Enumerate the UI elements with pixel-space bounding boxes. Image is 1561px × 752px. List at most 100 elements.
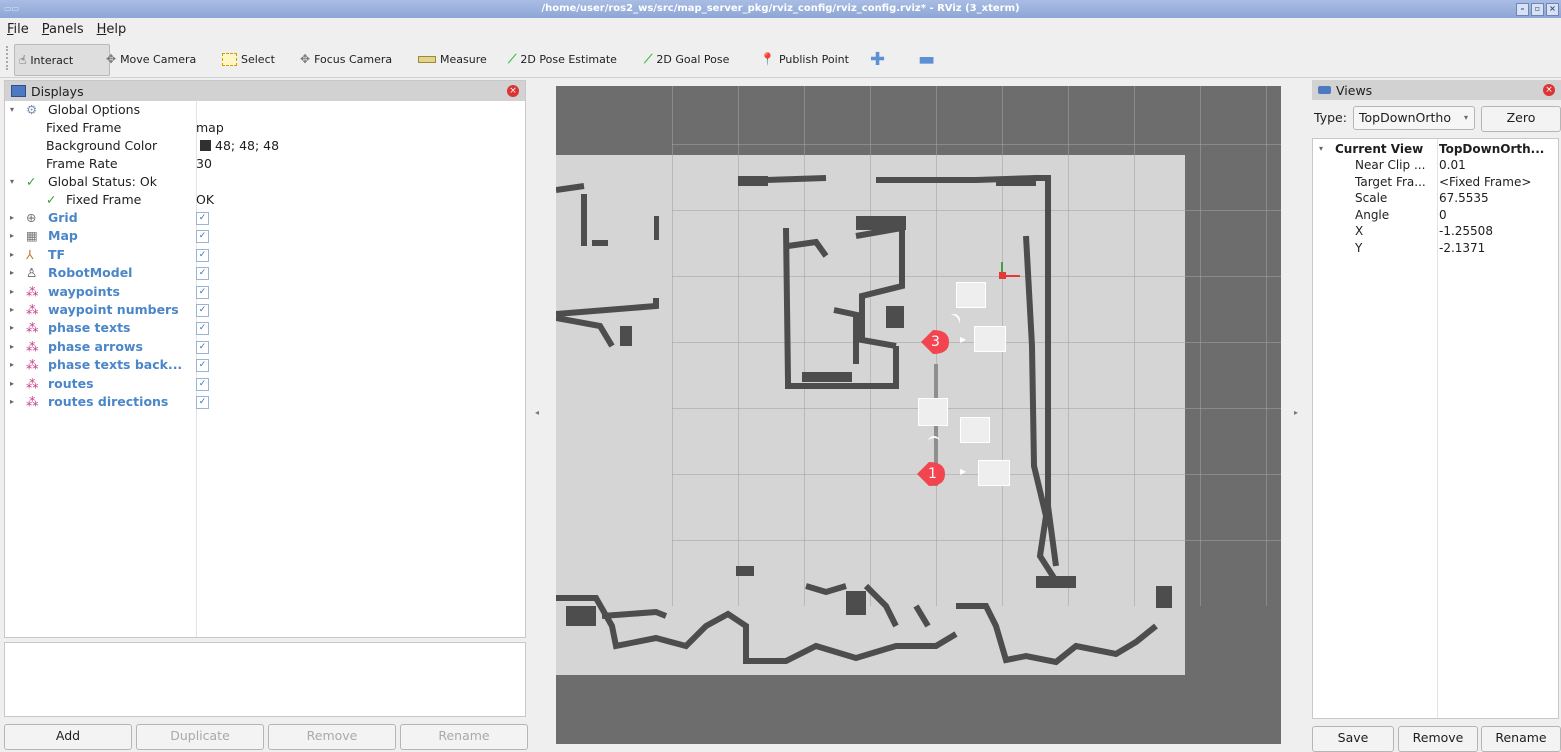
expand-arrow-icon[interactable]: ▾: [1319, 141, 1323, 157]
save-view-button[interactable]: Save: [1312, 726, 1394, 752]
tf-x-axis: [1006, 275, 1020, 277]
tree-row-display-item[interactable]: ▸ ⁂ phase arrows ✓: [4, 338, 524, 356]
enabled-checkbox[interactable]: ✓: [196, 322, 209, 336]
display-item-label: Map: [48, 228, 78, 244]
wall-segment: [833, 307, 863, 364]
expand-arrow-icon[interactable]: ▾: [10, 101, 14, 119]
collapsed-arrow-icon[interactable]: ▸: [10, 319, 14, 337]
collapsed-arrow-icon[interactable]: ▸: [10, 209, 14, 227]
remove-display-button[interactable]: Remove: [268, 724, 396, 750]
tool-select[interactable]: Select: [218, 44, 279, 74]
tree-row-display-item[interactable]: ▸ ▦ Map ✓: [4, 227, 524, 245]
tree-row-display-item[interactable]: ▸ ⁂ waypoints ✓: [4, 283, 524, 301]
tool-interact[interactable]: ☝ Interact: [14, 44, 110, 76]
expand-arrow-icon[interactable]: ▾: [10, 173, 14, 191]
wall-segment: [737, 175, 899, 389]
close-panel-icon[interactable]: ×: [1543, 84, 1555, 96]
waypoint-marker[interactable]: 1: [915, 458, 947, 490]
render-viewport[interactable]: 3 1 ▸ ▸: [556, 86, 1281, 744]
enabled-checkbox[interactable]: ✓: [196, 377, 209, 391]
waypoint-marker[interactable]: 3: [919, 326, 951, 358]
tree-row-display-item[interactable]: ▸ ⁂ phase texts ✓: [4, 319, 524, 337]
add-tool-button[interactable]: ✚: [866, 44, 889, 74]
tree-row-display-item[interactable]: ▸ ⁂ waypoint numbers ✓: [4, 301, 524, 319]
tree-row-display-item[interactable]: ▸ ⁂ routes ✓: [4, 375, 524, 393]
enabled-checkbox[interactable]: ✓: [196, 267, 209, 281]
tree-row-display-item[interactable]: ▸ ⅄ TF ✓: [4, 246, 524, 264]
tree-row-status-fixed-frame[interactable]: ✓ Fixed Frame OK: [4, 191, 524, 209]
property-value[interactable]: <Fixed Frame>: [1439, 174, 1531, 190]
close-panel-icon[interactable]: ×: [507, 85, 519, 97]
tree-row-global-status[interactable]: ▾ ✓ Global Status: Ok: [4, 173, 524, 191]
property-value[interactable]: 67.5535: [1439, 190, 1489, 206]
tree-row-display-item[interactable]: ▸ ⁂ routes directions ✓: [4, 393, 524, 411]
rename-display-button[interactable]: Rename: [400, 724, 528, 750]
tool-publish-point[interactable]: 📍 Publish Point: [756, 44, 853, 74]
fixed-frame-value[interactable]: map: [196, 119, 224, 137]
tree-label: Background Color: [46, 138, 158, 153]
close-icon[interactable]: ×: [1546, 3, 1559, 16]
add-display-button[interactable]: Add: [4, 724, 132, 750]
collapsed-arrow-icon[interactable]: ▸: [10, 375, 14, 393]
collapse-right-icon[interactable]: ▸: [1294, 408, 1298, 417]
tool-measure[interactable]: Measure: [414, 44, 491, 74]
enabled-checkbox[interactable]: ✓: [196, 359, 209, 373]
enabled-checkbox[interactable]: ✓: [196, 230, 209, 244]
view-property-row[interactable]: X -1.25508: [1313, 223, 1560, 239]
collapsed-arrow-icon[interactable]: ▸: [10, 227, 14, 245]
collapsed-arrow-icon[interactable]: ▸: [10, 264, 14, 282]
obstacle: [846, 591, 866, 615]
tree-row-background-color[interactable]: Background Color 48; 48; 48: [4, 137, 524, 155]
tree-row-fixed-frame[interactable]: Fixed Frame map: [4, 119, 524, 137]
enabled-checkbox[interactable]: ✓: [196, 396, 209, 409]
enabled-checkbox[interactable]: ✓: [196, 212, 209, 225]
background-color-value[interactable]: 48; 48; 48: [200, 137, 279, 155]
menu-help[interactable]: Help: [97, 22, 127, 37]
collapsed-arrow-icon[interactable]: ▸: [10, 301, 14, 319]
tool-2d-goal-pose[interactable]: ⟋ 2D Goal Pose: [640, 44, 733, 74]
display-item-label: waypoint numbers: [48, 302, 179, 317]
tool-move-camera[interactable]: ✥ Move Camera: [102, 44, 200, 74]
property-value[interactable]: -2.1371: [1439, 240, 1485, 256]
duplicate-display-button[interactable]: Duplicate: [136, 724, 264, 750]
tool-label: Select: [241, 52, 275, 66]
enabled-checkbox[interactable]: ✓: [196, 248, 209, 262]
collapsed-arrow-icon[interactable]: ▸: [10, 338, 14, 356]
tree-row-display-item[interactable]: ▸ ⁂ phase texts back... ✓: [4, 356, 524, 374]
collapsed-arrow-icon[interactable]: ▸: [10, 283, 14, 301]
collapsed-arrow-icon[interactable]: ▸: [10, 356, 14, 374]
menu-file[interactable]: File: [7, 22, 29, 37]
view-property-row[interactable]: Y -2.1371: [1313, 240, 1560, 256]
remove-view-button[interactable]: Remove: [1398, 726, 1478, 752]
view-property-row[interactable]: Scale 67.5535: [1313, 190, 1560, 206]
collapse-left-icon[interactable]: ◂: [535, 408, 539, 417]
collapsed-arrow-icon[interactable]: ▸: [10, 393, 14, 411]
menu-panels[interactable]: Panels: [42, 22, 84, 37]
remove-tool-button[interactable]: ▬: [914, 44, 939, 74]
tree-label: Global Status: Ok: [48, 174, 157, 189]
property-value[interactable]: 0.01: [1439, 157, 1466, 173]
zero-button[interactable]: Zero: [1481, 106, 1561, 132]
enabled-checkbox[interactable]: ✓: [196, 285, 209, 299]
maximize-icon[interactable]: ▫: [1531, 3, 1544, 16]
tree-row-global-options[interactable]: ▾ ⚙ Global Options: [4, 101, 524, 119]
minimize-icon[interactable]: –: [1516, 3, 1529, 16]
tree-row-display-item[interactable]: ▸ ♙ RobotModel ✓: [4, 264, 524, 282]
enabled-checkbox[interactable]: ✓: [196, 304, 209, 317]
rename-view-button[interactable]: Rename: [1481, 726, 1561, 752]
tree-row-frame-rate[interactable]: Frame Rate 30: [4, 155, 524, 173]
tool-2d-pose-estimate[interactable]: ⟋ 2D Pose Estimate: [504, 44, 621, 74]
tool-focus-camera[interactable]: ✥ Focus Camera: [296, 44, 396, 74]
tree-row-display-item[interactable]: ▸ ⊕ Grid ✓: [4, 209, 524, 227]
property-value[interactable]: 0: [1439, 207, 1447, 223]
view-property-row[interactable]: Near Clip ... 0.01: [1313, 157, 1560, 173]
frame-rate-value[interactable]: 30: [196, 155, 212, 173]
view-property-row[interactable]: Angle 0: [1313, 207, 1560, 223]
view-property-row[interactable]: Target Fra... <Fixed Frame>: [1313, 174, 1560, 190]
displays-title: Displays: [31, 83, 84, 99]
current-view-row[interactable]: ▾ Current View TopDownOrth...: [1313, 141, 1560, 157]
collapsed-arrow-icon[interactable]: ▸: [10, 246, 14, 264]
enabled-checkbox[interactable]: ✓: [196, 340, 209, 354]
property-value[interactable]: -1.25508: [1439, 223, 1493, 239]
view-type-dropdown[interactable]: TopDownOrtho ▾: [1353, 106, 1475, 130]
